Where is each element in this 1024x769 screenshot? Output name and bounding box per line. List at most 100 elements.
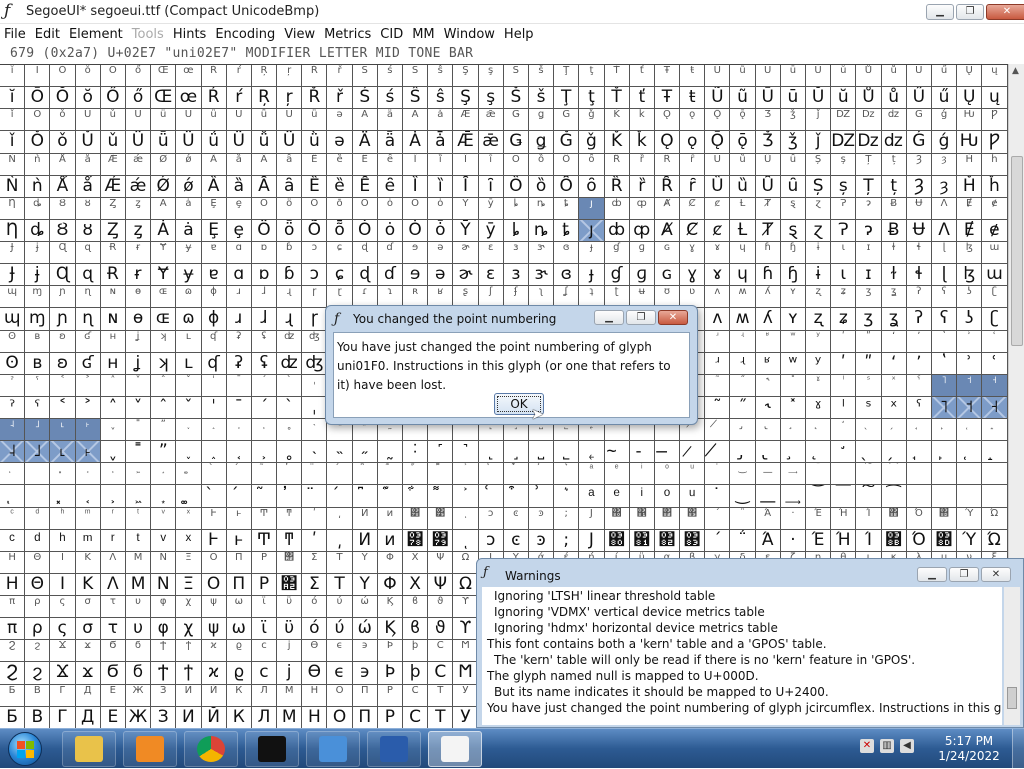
glyph-cell[interactable]: ό: [302, 618, 328, 641]
glyph-cell[interactable]: Ȥ: [100, 219, 126, 242]
glyph-cell[interactable]: Ϗ: [377, 618, 403, 641]
glyph-cell[interactable]: О: [327, 706, 353, 728]
glyph-cell[interactable]: ǥ: [528, 131, 555, 154]
glyph-cell[interactable]: ͊: [377, 485, 403, 508]
glyph-cell[interactable]: ͠: [856, 485, 882, 508]
glyph-cell[interactable]: ȵ: [528, 219, 555, 242]
glyph-cell[interactable]: ʣ: [277, 352, 303, 375]
glyph-cell[interactable]: Ȼ: [680, 219, 706, 242]
taskbar-explorer-button[interactable]: [62, 731, 116, 767]
glyph-cell[interactable]: ˜: [705, 396, 731, 419]
volume-icon[interactable]: ◀: [900, 739, 914, 753]
glyph-cell[interactable]: ͜: [730, 485, 756, 508]
glyph-cell[interactable]: ͫ: [75, 529, 101, 552]
glyph-cell[interactable]: ų: [982, 87, 1008, 110]
glyph-cell[interactable]: Е: [100, 706, 126, 728]
glyph-cell[interactable]: ͺ: [453, 529, 479, 552]
glyph-cell[interactable]: ϳ: [277, 662, 303, 685]
glyph-cell[interactable]: ȅ: [327, 175, 353, 198]
glyph-cell[interactable]: ŭ: [831, 87, 857, 110]
glyph-cell[interactable]: З: [151, 706, 177, 728]
glyph-cell[interactable]: ʡ: [226, 352, 252, 375]
glyph-cell[interactable]: Р: [377, 706, 403, 728]
glyph-cell[interactable]: ̘: [906, 441, 932, 464]
glyph-cell[interactable]: Ϳ: [579, 529, 605, 552]
glyph-cell[interactable]: ˦: [957, 396, 983, 419]
glyph-cell[interactable]: ɪ: [856, 264, 882, 287]
glyph-cell[interactable]: ͹: [428, 529, 454, 552]
glyph-cell[interactable]: ɠ: [604, 264, 630, 287]
network-icon[interactable]: ▥: [880, 739, 894, 753]
glyph-cell[interactable]: ȗ: [780, 175, 806, 198]
glyph-cell[interactable]: ʌ: [705, 308, 731, 331]
glyph-cell[interactable]: ͩ: [25, 529, 51, 552]
glyph-cell[interactable]: ͔: [75, 485, 101, 508]
glyph-cell[interactable]: ɻ: [277, 308, 303, 331]
glyph-cell[interactable]: ˼: [503, 441, 529, 464]
glyph-cell[interactable]: ő: [125, 87, 152, 110]
glyph-cell[interactable]: ǿ: [176, 175, 202, 198]
glyph-cell[interactable]: Ǳ: [831, 131, 857, 154]
glyph-cell[interactable]: ̸: [705, 441, 731, 464]
glyph-cell[interactable]: Д: [75, 706, 101, 728]
glyph-cell[interactable]: ů: [881, 87, 907, 110]
glyph-cell[interactable]: ɫ: [881, 264, 907, 287]
glyph-cell[interactable]: ǳ: [881, 131, 907, 154]
glyph-cell[interactable]: ɐ: [201, 264, 227, 287]
glyph-cell[interactable]: ˱: [226, 441, 252, 464]
menu-help[interactable]: Help: [504, 27, 534, 42]
glyph-cell[interactable]: ʠ: [201, 352, 227, 375]
glyph-cell[interactable]: Ɂ: [831, 219, 857, 242]
glyph-cell[interactable]: Š: [503, 87, 529, 110]
menu-file[interactable]: File: [4, 27, 26, 42]
glyph-cell[interactable]: ȃ: [277, 175, 303, 198]
glyph-cell[interactable]: ȶ: [554, 219, 580, 242]
glyph-cell[interactable]: Ș: [806, 175, 832, 198]
glyph-cell[interactable]: ɸ: [201, 308, 227, 331]
glyph-cell[interactable]: ϱ: [226, 662, 252, 685]
glyph-cell[interactable]: Ɋ: [50, 264, 76, 287]
glyph-cell[interactable]: ŧ: [680, 87, 706, 110]
glyph-cell[interactable]: ώ: [352, 618, 378, 641]
glyph-cell[interactable]: В: [25, 706, 51, 728]
glyph-cell[interactable]: Ɍ: [100, 264, 126, 287]
glyph-cell[interactable]: Ū: [755, 87, 781, 110]
glyph-cell[interactable]: ̵: [629, 441, 655, 464]
warnings-scrollbar[interactable]: [1004, 587, 1020, 725]
glyph-cell[interactable]: ʼ: [906, 352, 932, 375]
glyph-cell[interactable]: ɤ: [705, 264, 731, 287]
glyph-cell[interactable]: ͪ: [50, 529, 76, 552]
glyph-cell[interactable]: Μ: [125, 573, 152, 596]
glyph-cell[interactable]: Ȅ: [302, 175, 328, 198]
glyph-cell[interactable]: Ͳ: [251, 529, 278, 552]
glyph-cell[interactable]: Ǵ: [906, 131, 932, 154]
glyph-cell[interactable]: Ȁ: [201, 175, 227, 198]
glyph-cell[interactable]: ͥ: [629, 485, 655, 508]
glyph-cell[interactable]: ΋: [881, 529, 907, 552]
glyph-cell[interactable]: ǣ: [478, 131, 504, 154]
glyph-cell[interactable]: ʙ: [25, 352, 51, 375]
glyph-cell[interactable]: Ƚ: [730, 219, 756, 242]
glyph-cell[interactable]: ǽ: [125, 175, 152, 198]
glyph-cell[interactable]: ˃: [75, 396, 101, 419]
glyph-cell[interactable]: ʺ: [856, 352, 882, 375]
glyph-cell[interactable]: ˽: [528, 441, 555, 464]
glyph-cell[interactable]: ɕ: [327, 264, 353, 287]
glyph-cell[interactable]: Ů: [856, 87, 882, 110]
glyph-cell[interactable]: Θ: [25, 573, 51, 596]
glyph-cell[interactable]: Ȣ: [50, 219, 76, 242]
glyph-cell[interactable]: ͦ: [654, 485, 681, 508]
glyph-cell[interactable]: ͟: [755, 485, 781, 508]
glyph-cell[interactable]: ɱ: [25, 308, 51, 331]
glyph-cell[interactable]: ˧: [982, 396, 1008, 419]
glyph-cell[interactable]: ͚: [176, 485, 202, 508]
glyph-cell[interactable]: ȉ: [428, 175, 454, 198]
glyph-cell[interactable]: ˻: [478, 441, 504, 464]
glyph-cell[interactable]: ʍ: [730, 308, 756, 331]
glyph-cell[interactable]: ΍: [931, 529, 958, 552]
glyph-cell[interactable]: [931, 485, 958, 508]
glyph-cell[interactable]: Ί: [856, 529, 882, 552]
glyph-cell[interactable]: ɇ: [982, 219, 1008, 242]
glyph-cell[interactable]: Œ: [151, 87, 177, 110]
glyph-cell[interactable]: ϋ: [277, 618, 303, 641]
